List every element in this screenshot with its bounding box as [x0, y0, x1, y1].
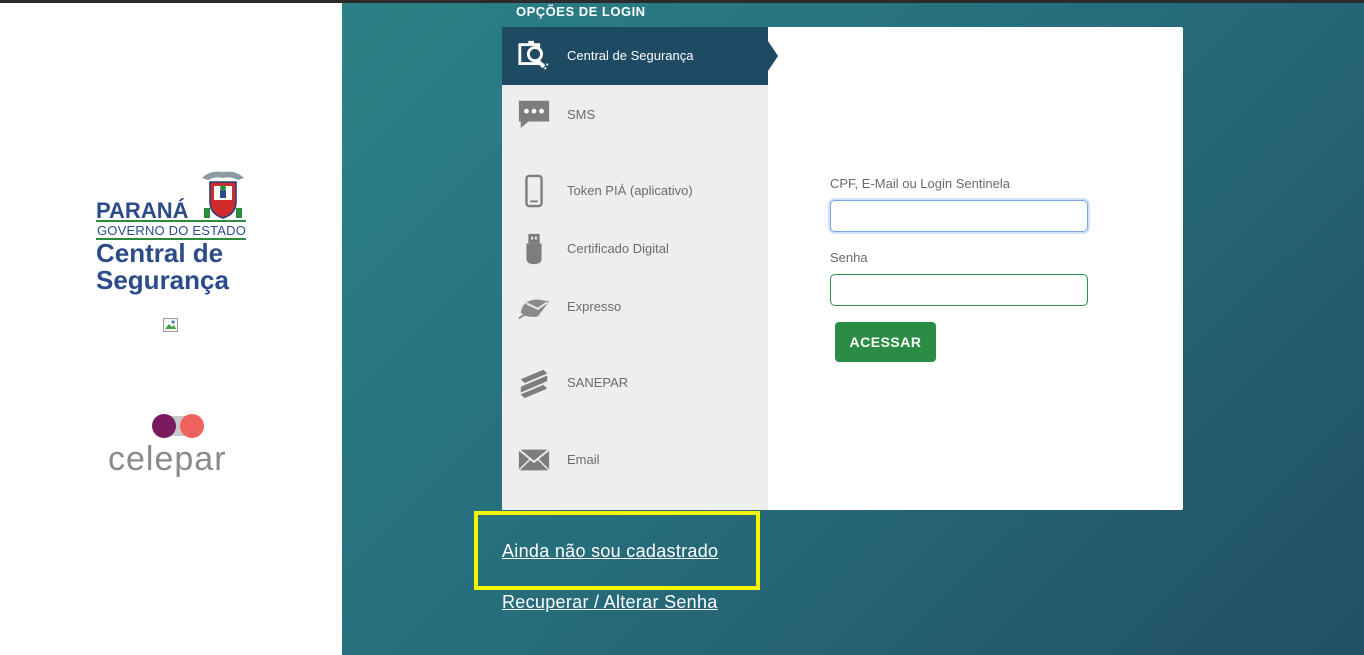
expresso-mail-icon [516, 289, 552, 325]
login-option-label: Email [567, 452, 600, 467]
senha-input[interactable] [830, 274, 1088, 306]
login-option-certificado-digital[interactable]: Certificado Digital [502, 221, 768, 277]
login-option-sanepar[interactable]: SANEPAR [502, 355, 768, 411]
key-search-icon [516, 38, 552, 74]
login-option-email[interactable]: Email [502, 432, 768, 488]
smartphone-icon [516, 173, 552, 209]
parana-coat-of-arms-icon [202, 171, 244, 219]
envelope-icon [516, 442, 552, 478]
celepar-word: celepar [108, 440, 227, 478]
usb-token-icon [516, 231, 552, 267]
login-option-sms[interactable]: SMS [502, 85, 768, 143]
central-seguranca-title: Central de Segurança [96, 240, 229, 294]
cpf-input[interactable] [830, 200, 1088, 232]
broken-image-icon [163, 318, 178, 332]
logo-divider [96, 220, 246, 222]
central-seguranca-logo: PARANÁ GOVERNO DO ESTADO Central de Segu… [96, 168, 256, 298]
login-options-title: OPÇÕES DE LOGIN [516, 4, 646, 19]
login-option-label: Expresso [567, 299, 622, 314]
login-option-central-seguranca[interactable]: Central de Segurança [502, 27, 778, 85]
central-title-line1: Central de [96, 238, 224, 268]
login-option-expresso[interactable]: Expresso [502, 279, 768, 335]
register-link[interactable]: Ainda não sou cadastrado [502, 541, 718, 562]
login-options-list: Central de Segurança SMS Token PIÁ (apli… [502, 27, 778, 510]
login-option-token-pia[interactable]: Token PIÁ (aplicativo) [502, 163, 768, 219]
senha-label: Senha [830, 250, 868, 265]
sanepar-logo-icon [516, 365, 552, 401]
login-option-label: Certificado Digital [567, 241, 669, 256]
cpf-label: CPF, E-Mail ou Login Sentinela [830, 176, 1010, 191]
acessar-button[interactable]: ACESSAR [835, 322, 936, 362]
login-option-label: Token PIÁ (aplicativo) [567, 183, 693, 198]
login-option-label: SMS [567, 107, 596, 122]
active-option-pointer [768, 41, 778, 71]
parana-subtitle: GOVERNO DO ESTADO [97, 223, 247, 238]
login-card: Central de Segurança SMS Token PIÁ (apli… [502, 27, 1183, 510]
chat-dots-icon [516, 96, 552, 132]
login-option-label: SANEPAR [567, 375, 629, 390]
recover-password-link[interactable]: Recuperar / Alterar Senha [502, 592, 718, 613]
celepar-dots-icon [152, 414, 204, 438]
celepar-logo: celepar [108, 412, 248, 482]
central-title-line2: Segurança [96, 265, 229, 295]
login-option-label: Central de Segurança [567, 48, 694, 63]
